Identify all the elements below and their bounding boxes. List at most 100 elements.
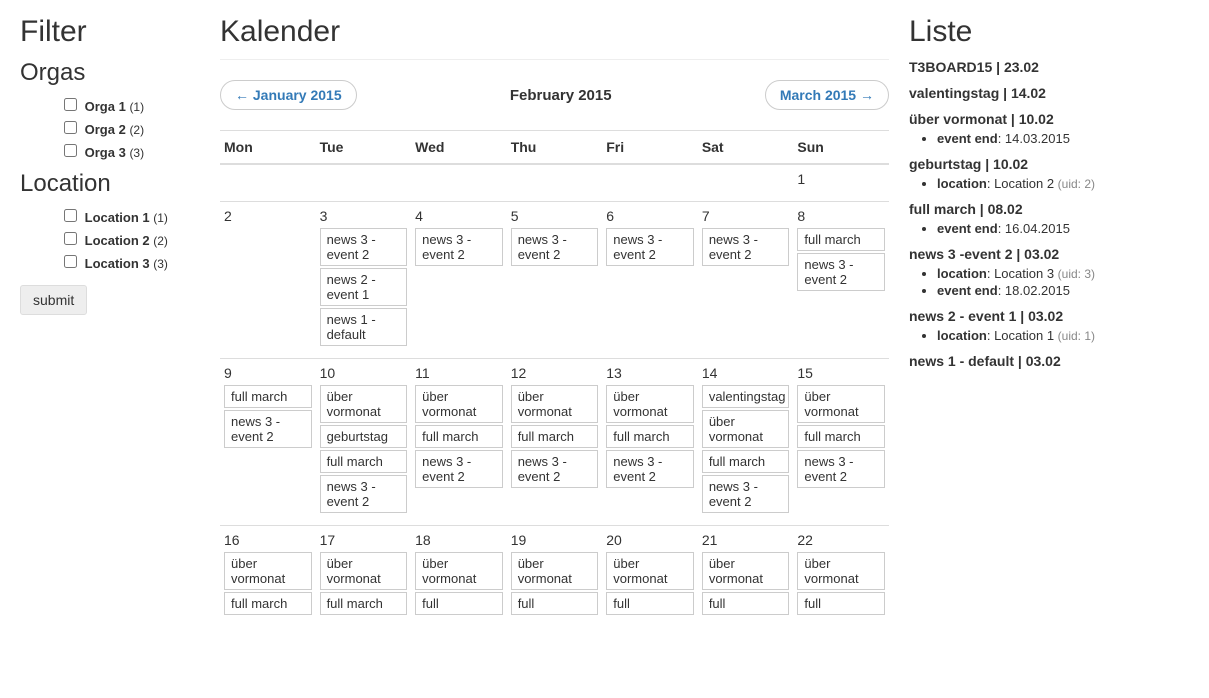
detail-muted: (uid: 2)	[1058, 177, 1095, 191]
day-number: 7	[702, 208, 790, 224]
calendar-event[interactable]: full march	[702, 450, 790, 473]
list-item: valentingstag | 14.02	[909, 85, 1189, 101]
orga-checkbox[interactable]	[64, 144, 77, 157]
calendar-event[interactable]: full	[606, 592, 694, 615]
calendar-event[interactable]: full march	[224, 592, 312, 615]
day-number: 16	[224, 532, 312, 548]
calendar-event[interactable]: news 3 - event 2	[606, 450, 694, 488]
calendar-event[interactable]: full march	[797, 425, 885, 448]
list-item: news 3 -event 2 | 03.02 location: Locatio…	[909, 246, 1189, 298]
filter-orga-item: Orga 3 (3)	[20, 141, 200, 160]
list-item-details: location: Location 3 (uid: 3)event end: …	[909, 266, 1189, 298]
calendar-event[interactable]: full	[702, 592, 790, 615]
calendar-event[interactable]: news 1 - default	[320, 308, 408, 346]
calendar-event[interactable]: news 3 - event 2	[320, 475, 408, 513]
detail-label: location	[937, 266, 987, 281]
location-count: (2)	[153, 234, 168, 248]
orga-count: (2)	[129, 123, 144, 137]
calendar-event[interactable]: über vormonat	[606, 385, 694, 423]
calendar-event[interactable]: über vormonat	[606, 552, 694, 590]
orga-checkbox[interactable]	[64, 98, 77, 111]
list-item-title[interactable]: news 1 - default | 03.02	[909, 353, 1189, 369]
calendar-event[interactable]: full march	[797, 228, 885, 251]
calendar-event[interactable]: full march	[320, 592, 408, 615]
calendar-event[interactable]: über vormonat	[797, 552, 885, 590]
calendar-event[interactable]: news 3 - event 2	[415, 228, 503, 266]
calendar-event[interactable]: über vormonat	[415, 385, 503, 423]
calendar-event[interactable]: über vormonat	[415, 552, 503, 590]
detail-value: : Location 3	[987, 266, 1058, 281]
filter-location-item: Location 2 (2)	[20, 229, 200, 248]
list-item-detail: event end: 16.04.2015	[937, 221, 1189, 236]
calendar-day-cell: 4 news 3 - event 2	[411, 202, 507, 359]
calendar-event[interactable]: news 3 - event 2	[511, 228, 599, 266]
location-checkbox[interactable]	[64, 255, 77, 268]
list-item-title[interactable]: über vormonat | 10.02	[909, 111, 1189, 127]
calendar-day-cell: 12über vormonatfull marchnews 3 - event …	[507, 359, 603, 526]
list-item-title[interactable]: T3BOARD15 | 23.02	[909, 59, 1189, 75]
location-label: Location 2	[85, 233, 150, 248]
list-item-detail: location: Location 1 (uid: 1)	[937, 328, 1189, 343]
calendar-event[interactable]: über vormonat	[511, 385, 599, 423]
calendar-event[interactable]: über vormonat	[702, 410, 790, 448]
day-number: 4	[415, 208, 503, 224]
next-month-button[interactable]: March 2015 →	[765, 80, 889, 110]
detail-label: event end	[937, 131, 998, 146]
day-number: 19	[511, 532, 599, 548]
calendar-event[interactable]: full	[797, 592, 885, 615]
calendar-day-cell: 22 über vormonatfull	[793, 526, 889, 628]
calendar-event[interactable]: news 3 - event 2	[511, 450, 599, 488]
calendar-event[interactable]: über vormonat	[511, 552, 599, 590]
orgas-heading: Orgas	[20, 59, 200, 87]
submit-button[interactable]: submit	[20, 285, 87, 315]
orga-checkbox[interactable]	[64, 121, 77, 134]
calendar-event[interactable]: news 3 - event 2	[797, 450, 885, 488]
calendar-event[interactable]: full march	[320, 450, 408, 473]
location-label: Location 3	[85, 256, 150, 271]
calendar-event[interactable]: news 3 - event 2	[702, 475, 790, 513]
calendar-event[interactable]: über vormonat	[797, 385, 885, 423]
calendar-day-cell: 8full marchnews 3 - event 2	[793, 202, 889, 359]
calendar-event[interactable]: news 3 - event 2	[320, 228, 408, 266]
list-item-title[interactable]: geburtstag | 10.02	[909, 156, 1189, 172]
calendar-event[interactable]: über vormonat	[224, 552, 312, 590]
detail-muted: (uid: 1)	[1058, 329, 1095, 343]
calendar-day-cell: 18über vormonatfull	[411, 526, 507, 628]
calendar-event[interactable]: full march	[511, 425, 599, 448]
list-item-title[interactable]: news 3 -event 2 | 03.02	[909, 246, 1189, 262]
list-item-title[interactable]: full march | 08.02	[909, 201, 1189, 217]
calendar-event[interactable]: news 2 - event 1	[320, 268, 408, 306]
filter-location-item: Location 3 (3)	[20, 252, 200, 271]
calendar-event[interactable]: full	[415, 592, 503, 615]
list-title: Liste	[909, 15, 1189, 49]
calendar-event[interactable]: news 3 - event 2	[415, 450, 503, 488]
list-item-detail: event end: 14.03.2015	[937, 131, 1189, 146]
calendar-event[interactable]: full march	[415, 425, 503, 448]
prev-month-button[interactable]: ← January 2015	[220, 80, 357, 110]
location-checkbox[interactable]	[64, 209, 77, 222]
calendar-event[interactable]: full march	[224, 385, 312, 408]
calendar-grid: MonTueWedThuFriSatSun 123news 3 - event …	[220, 130, 889, 627]
list-item-title[interactable]: valentingstag | 14.02	[909, 85, 1189, 101]
calendar-event[interactable]: news 3 - event 2	[702, 228, 790, 266]
calendar-event[interactable]: news 3 - event 2	[606, 228, 694, 266]
day-number: 3	[320, 208, 408, 224]
calendar-event[interactable]: full	[511, 592, 599, 615]
calendar-event[interactable]: geburtstag	[320, 425, 408, 448]
day-number: 17	[320, 532, 408, 548]
calendar-day-cell: 20über vormonatfull	[602, 526, 698, 628]
calendar-event[interactable]: über vormonat	[702, 552, 790, 590]
calendar-event[interactable]: über vormonat	[320, 552, 408, 590]
day-number: 22	[797, 532, 885, 548]
calendar-event[interactable]: full march	[606, 425, 694, 448]
list-item-detail: location: Location 3 (uid: 3)	[937, 266, 1189, 281]
calendar-week-row: 23news 3 - event 2news 2 - event 1news 1…	[220, 202, 889, 359]
calendar-event[interactable]: valentingstag	[702, 385, 790, 408]
calendar-event[interactable]: news 3 - event 2	[797, 253, 885, 291]
calendar-event[interactable]: über vormonat	[320, 385, 408, 423]
calendar-day-cell: 5news 3 - event 2	[507, 202, 603, 359]
event-list-panel: Liste T3BOARD15 | 23.02 valentingstag | 1…	[909, 15, 1189, 379]
list-item-title[interactable]: news 2 - event 1 | 03.02	[909, 308, 1189, 324]
location-checkbox[interactable]	[64, 232, 77, 245]
calendar-event[interactable]: news 3 - event 2	[224, 410, 312, 448]
